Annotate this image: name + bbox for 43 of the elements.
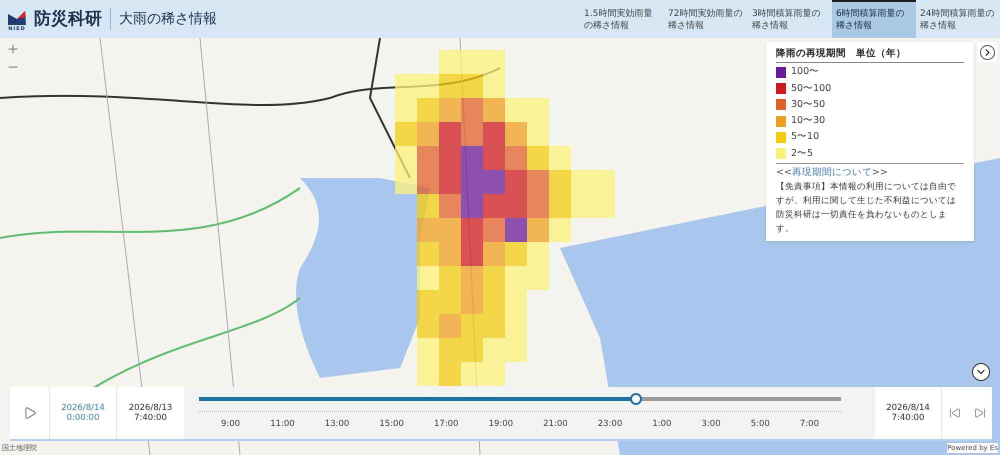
nav-tab[interactable]: 1.5時間実効雨量の稀さ情報 xyxy=(580,0,664,38)
time-tick-label: 19:00 xyxy=(488,418,514,431)
time-tick-label: 11:00 xyxy=(270,418,295,431)
legend-label: 2〜5 xyxy=(791,146,814,160)
time-tick-label: 21:00 xyxy=(543,418,568,431)
time-tick-label: 15:00 xyxy=(379,418,404,431)
link-bracket: >> xyxy=(872,166,888,180)
end-date: 2026/8/14 xyxy=(886,403,930,413)
legend-label: 50〜100 xyxy=(791,82,832,96)
step-back-icon[interactable] xyxy=(948,407,960,419)
legend-label: 5〜10 xyxy=(791,130,820,144)
nav-tab[interactable]: 72時間実効雨量の稀さ情報 xyxy=(664,0,748,38)
link-bracket: << xyxy=(776,166,792,180)
legend-label: 30〜50 xyxy=(791,98,826,112)
current-time: 0:00:00 xyxy=(66,413,100,423)
time-tick-label: 7:00 xyxy=(800,418,819,431)
expand-button[interactable] xyxy=(977,42,997,62)
page-title: 大雨の稀さ情報 xyxy=(119,10,217,28)
play-icon xyxy=(22,406,36,420)
legend-label: 100〜 xyxy=(791,65,820,80)
time-tick-label: 5:00 xyxy=(750,418,770,431)
nav-tab[interactable]: 3時間積算雨量の稀さ情報 xyxy=(748,0,832,38)
logo-icon xyxy=(7,10,27,26)
time-tick-label: 9:00 xyxy=(221,418,240,431)
end-time: 7:40:00 xyxy=(892,413,924,423)
return-period-link[interactable]: 再現期間について xyxy=(792,166,872,180)
time-tick-label: 17:00 xyxy=(434,418,458,431)
time-tick-label: 3:00 xyxy=(702,418,721,431)
time-tick-label: 13:00 xyxy=(324,418,350,431)
step-forward-icon[interactable] xyxy=(974,407,986,419)
time-slider-thumb[interactable] xyxy=(630,393,642,405)
time-tick-label: 23:00 xyxy=(598,418,622,431)
logo-text: 防災科研 xyxy=(34,10,102,28)
nav-tab[interactable]: 6時間積算雨量の稀さ情報 xyxy=(832,0,916,38)
start-time: 7:40:00 xyxy=(134,413,167,423)
current-date: 2026/8/14 xyxy=(61,403,105,413)
nav-tab[interactable]: 24時間積算雨量の稀さ情報 xyxy=(916,0,1000,38)
legend-title: 降雨の再現期間 単位（年） xyxy=(776,47,964,64)
time-tick-label: 1:00 xyxy=(652,418,672,431)
disclaimer-text: 【免責事項】本情報の利用については自由ですが、利用に関して生じた不利益については防災科研は一切責任を負わないものとします。 xyxy=(776,181,957,236)
zoom-in-icon[interactable] xyxy=(6,42,20,56)
start-date: 2026/8/13 xyxy=(128,403,172,413)
legend-label: 10〜30 xyxy=(791,114,826,128)
